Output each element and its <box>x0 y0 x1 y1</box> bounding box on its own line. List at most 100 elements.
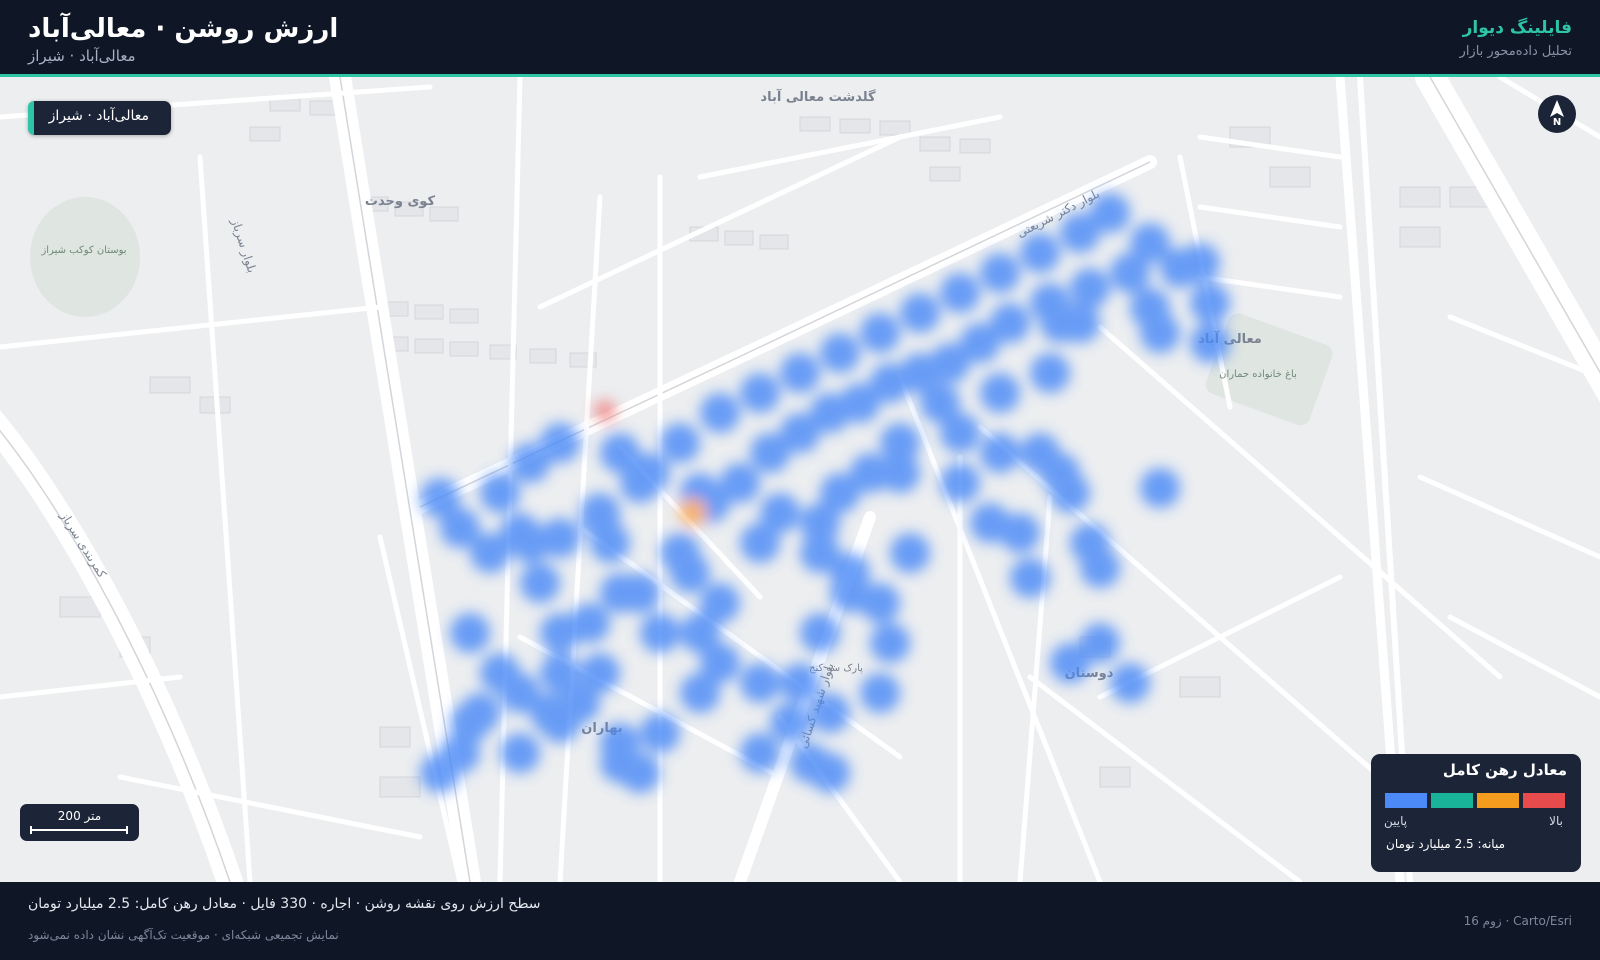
scale-bar-line <box>30 826 128 834</box>
heat-cell <box>900 293 940 333</box>
heat-cell <box>1070 268 1110 308</box>
heat-cell <box>620 753 660 793</box>
legend-panel: معادل رهن کامل پایین بالا میانه: 2.5 میل… <box>1371 754 1581 872</box>
heat-cell-high <box>679 498 707 526</box>
map-label-boostan: بوستان کوکب شیراز <box>40 245 126 256</box>
heat-cell <box>980 253 1020 293</box>
heat-cell <box>980 373 1020 413</box>
heat-cell <box>940 463 980 503</box>
heat-cell <box>510 523 550 563</box>
park-area <box>30 197 140 317</box>
footer-bar: سطح ارزش روی نقشه روشن · اجاره · 330 فای… <box>0 882 1600 960</box>
heat-cell <box>1010 558 1050 598</box>
heat-cell <box>770 703 810 743</box>
heat-cell <box>600 573 640 613</box>
compass-icon[interactable]: N <box>1538 95 1576 133</box>
heat-cell <box>1020 433 1060 473</box>
heat-cell <box>1110 663 1150 703</box>
map-label-golestan: گلدشت معالی آباد <box>760 88 876 105</box>
heat-cell <box>810 753 850 793</box>
heat-cell <box>1190 323 1230 363</box>
heat-cell <box>980 433 1020 473</box>
heat-cell <box>1050 643 1090 683</box>
map-view[interactable]: گلدشت معالی آباد کوی وحدت بوستان کوکب شی… <box>0 77 1600 882</box>
heat-cell <box>1050 473 1090 513</box>
heat-cell <box>780 663 820 703</box>
scale-label: 200 متر <box>57 809 102 823</box>
legend-low-label: پایین <box>1384 814 1408 828</box>
page-title: ارزش روشن · معالی‌آباد <box>28 14 339 44</box>
legend-swatch-mid <box>1431 793 1473 808</box>
heat-cell <box>800 613 840 653</box>
basemap: گلدشت معالی آباد کوی وحدت بوستان کوکب شی… <box>0 77 1600 882</box>
legend-median: میانه: 2.5 میلیارد تومان <box>1386 837 1505 851</box>
map-label-sarbaz: بلوار سرباز <box>227 216 259 275</box>
heat-cell <box>540 703 580 743</box>
heat-cell <box>1060 303 1100 343</box>
heat-cell <box>1160 248 1200 288</box>
heat-cell <box>1090 193 1130 233</box>
map-label-kooye-vahdat: کوی وحدت <box>365 194 436 209</box>
heat-cell <box>660 423 700 463</box>
heat-cell <box>480 473 520 513</box>
brand-name: فایلینگ دیوار <box>1462 18 1572 38</box>
heat-cell <box>740 373 780 413</box>
heat-cell <box>640 713 680 753</box>
heat-cell <box>660 533 700 573</box>
heat-cell <box>520 563 560 603</box>
location-badge-accent <box>28 101 34 135</box>
heat-cell <box>450 613 490 653</box>
heat-cell <box>810 693 850 733</box>
heat-cell <box>1190 283 1230 323</box>
heat-overlay <box>420 193 1230 793</box>
heat-cell <box>580 653 620 693</box>
heat-cell <box>880 453 920 493</box>
map-label-bagh: باغ خانواده حماران <box>1219 369 1297 380</box>
heat-cell <box>630 453 670 493</box>
heat-cell <box>640 613 680 653</box>
heat-cell <box>1080 548 1120 588</box>
heat-cell <box>860 313 900 353</box>
heat-cell <box>780 353 820 393</box>
brand-tagline: تحلیل داده‌محور بازار <box>1459 44 1572 59</box>
heat-cell <box>920 383 960 423</box>
heat-cell <box>470 533 510 573</box>
compass-north-label: N <box>1552 117 1562 128</box>
heat-cell <box>890 533 930 573</box>
legend-swatch-mid-high <box>1477 793 1519 808</box>
legend-swatch-low <box>1385 793 1427 808</box>
legend-high-label: بالا <box>1549 814 1563 828</box>
location-badge-label: معالی‌آباد · شیراز <box>48 108 149 124</box>
heat-cell <box>450 703 490 743</box>
heat-cell <box>700 393 740 433</box>
heat-cell <box>990 303 1030 343</box>
heat-cell <box>740 523 780 563</box>
footer-note: نمایش تجمیعی شبکه‌ای · موقعیت تک‌آگهی نش… <box>28 928 339 942</box>
legend-swatch-high <box>1523 793 1565 808</box>
heat-cell <box>940 273 980 313</box>
location-badge: معالی‌آباد · شیراز <box>28 101 171 135</box>
map-attribution: زوم 16 · Carto/Esri <box>1463 914 1572 928</box>
heat-cell <box>1140 468 1180 508</box>
heat-cell <box>870 623 910 663</box>
legend-title: معادل رهن کامل <box>1442 761 1567 779</box>
heat-cell <box>680 673 720 713</box>
footer-summary: سطح ارزش روی نقشه روشن · اجاره · 330 فای… <box>28 896 541 912</box>
header-bar: ارزش روشن · معالی‌آباد معالی‌آباد · شیرا… <box>0 0 1600 77</box>
heat-cell <box>740 733 780 773</box>
heat-cell <box>500 733 540 773</box>
heat-cell <box>1020 233 1060 273</box>
heat-cell <box>1140 313 1180 353</box>
heat-cell <box>540 613 580 653</box>
heat-cell <box>820 333 860 373</box>
map-label-park: پارک سه کنج <box>809 663 863 674</box>
heat-cell <box>590 523 630 563</box>
heat-cell <box>1000 513 1040 553</box>
heat-cell <box>860 583 900 623</box>
heat-cell <box>540 423 580 463</box>
scale-bar: 200 متر <box>20 804 139 841</box>
heat-cell <box>540 653 580 693</box>
heat-cell-high <box>594 400 616 422</box>
heat-cell <box>740 663 780 703</box>
heat-cell <box>860 673 900 713</box>
